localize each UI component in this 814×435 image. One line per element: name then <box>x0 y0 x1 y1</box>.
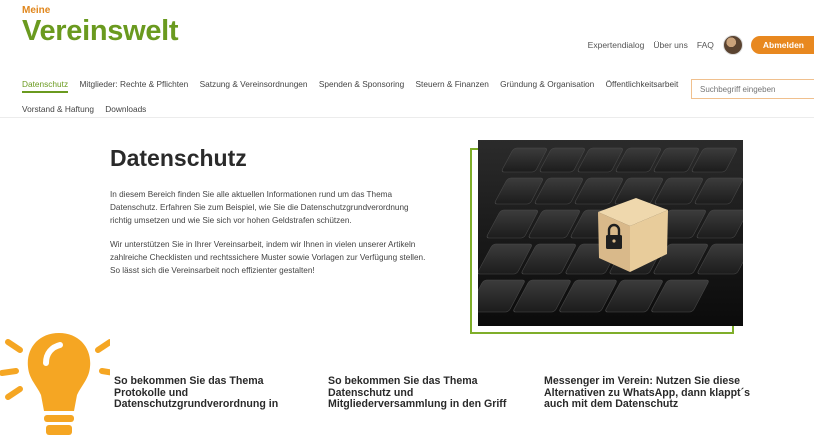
intro-paragraph-2: Wir unterstützen Sie in Ihrer Vereinsarb… <box>110 240 426 275</box>
logo-big-text: Vereinswelt <box>22 15 179 47</box>
nav-item-satzung[interactable]: Satzung & Vereinsordnungen <box>200 79 308 89</box>
nav-item-spenden[interactable]: Spenden & Sponsoring <box>319 79 404 89</box>
link-ueber-uns[interactable]: Über uns <box>653 40 688 50</box>
nav-item-gruendung[interactable]: Gründung & Organisation <box>500 79 594 89</box>
site-logo[interactable]: Meine Vereinswelt <box>22 6 179 47</box>
article-card-title[interactable]: Messenger im Verein: Nutzen Sie diese Al… <box>544 375 754 411</box>
nav-item-datenschutz[interactable]: Datenschutz <box>22 79 69 93</box>
logout-button[interactable]: Abmelden <box>750 36 814 54</box>
page-title: Datenschutz <box>110 145 247 171</box>
link-expertendialog[interactable]: Expertendialog <box>588 40 645 50</box>
keyboard-lock-illustration <box>478 140 743 326</box>
nav-item-steuern[interactable]: Steuern & Finanzen <box>416 79 489 89</box>
search-box <box>691 79 814 99</box>
article-card-title[interactable]: So bekommen Sie das Thema Protokolle und… <box>114 375 294 411</box>
intro-text: In diesem Bereich finden Sie alle aktuel… <box>110 188 430 288</box>
header-links: Expertendialog Über uns FAQ Abmelden <box>588 35 814 55</box>
nav-divider <box>0 117 814 118</box>
lightbulb-icon <box>0 333 110 435</box>
main-nav: Datenschutz Mitglieder: Rechte & Pflicht… <box>22 72 692 122</box>
avatar[interactable] <box>722 35 743 55</box>
article-card-title[interactable]: So bekommen Sie das Thema Datenschutz un… <box>328 375 518 411</box>
nav-item-mitglieder[interactable]: Mitglieder: Rechte & Pflichten <box>79 79 188 89</box>
hero-image <box>478 140 743 326</box>
link-faq[interactable]: FAQ <box>697 40 714 50</box>
search-input[interactable] <box>691 79 814 99</box>
intro-paragraph-1: In diesem Bereich finden Sie alle aktuel… <box>110 190 409 225</box>
nav-item-oeffentlichkeitsarbeit[interactable]: Öffentlichkeitsarbeit <box>606 79 679 89</box>
nav-item-vorstand[interactable]: Vorstand & Haftung <box>22 104 94 114</box>
nav-item-downloads[interactable]: Downloads <box>105 104 146 114</box>
